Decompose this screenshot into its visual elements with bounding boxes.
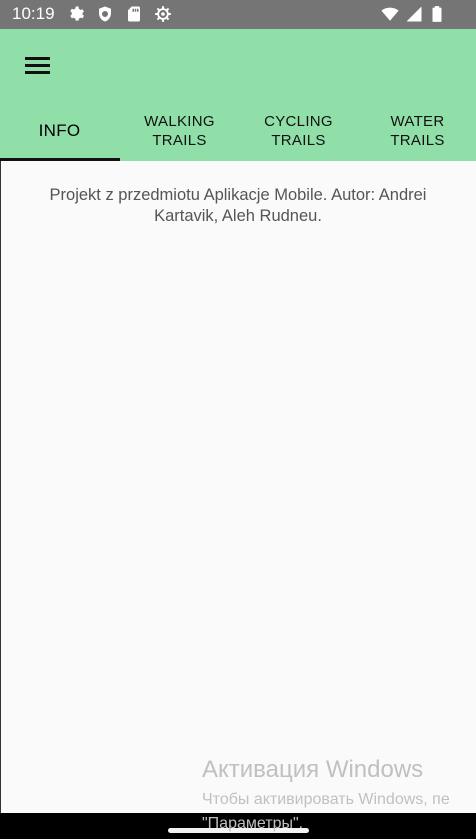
info-text: Projekt z przedmiotu Aplikacje Mobile. A… [49, 186, 427, 225]
status-bar: 10:19 [0, 0, 476, 29]
tab-label: CYCLING TRAILS [264, 112, 333, 149]
tab-label: INFO [38, 121, 81, 140]
tab-label: WALKING TRAILS [144, 112, 215, 149]
windows-activation-title: Активация Windows [202, 756, 424, 783]
tab-bar: INFO WALKING TRAILS CYCLING TRAILS WATER… [0, 100, 476, 161]
tab-label: WATER TRAILS [390, 112, 445, 149]
signal-icon [405, 5, 423, 23]
status-time: 10:19 [12, 4, 55, 23]
settings-cog-icon [154, 5, 172, 23]
window-edge [0, 161, 1, 813]
shield-icon [96, 5, 114, 23]
hamburger-menu-icon[interactable] [18, 49, 58, 83]
windows-activation-text-2: "Параметры". [202, 815, 304, 832]
info-content: Projekt z przedmiotu Aplikacje Mobile. A… [0, 161, 476, 813]
tab-water-trails[interactable]: WATER TRAILS [358, 100, 476, 161]
gear-icon [67, 5, 85, 23]
tab-walking-trails[interactable]: WALKING TRAILS [120, 100, 239, 161]
tab-info[interactable]: INFO [0, 100, 120, 161]
windows-activation-text: Чтобы активировать Windows, пе [202, 791, 450, 808]
app-bar: INFO WALKING TRAILS CYCLING TRAILS WATER… [0, 29, 476, 161]
tab-cycling-trails[interactable]: CYCLING TRAILS [239, 100, 358, 161]
battery-icon [428, 5, 446, 23]
wifi-icon [381, 5, 399, 23]
sd-card-icon [125, 5, 143, 23]
